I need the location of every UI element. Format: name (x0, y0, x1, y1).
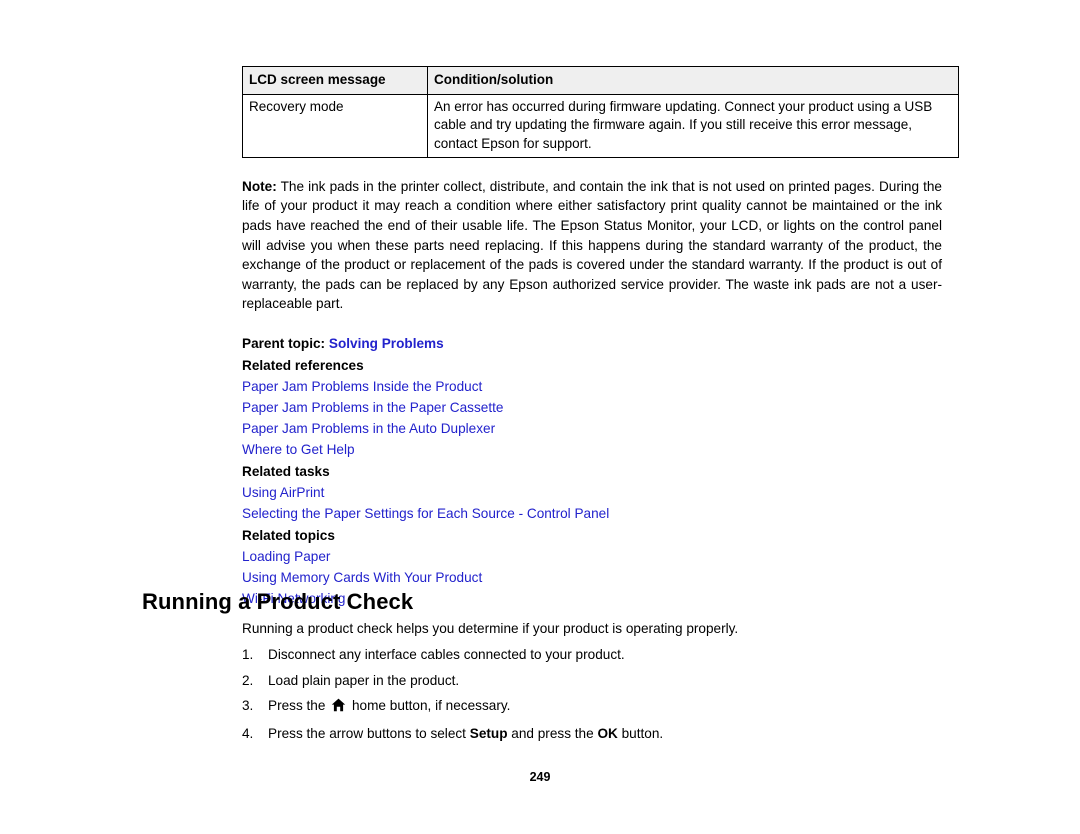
list-item: 3. Press the home button, if necessary. (242, 696, 663, 717)
steps-list: 1. Disconnect any interface cables connec… (242, 645, 663, 749)
link-line: Paper Jam Problems in the Auto Duplexer (242, 421, 942, 436)
step-text: Load plain paper in the product. (268, 672, 460, 688)
parent-topic-link[interactable]: Solving Problems (329, 336, 444, 351)
step-text: Disconnect any interface cables connecte… (268, 647, 625, 662)
step-text-pre: Press the arrow buttons to select (268, 725, 470, 741)
table-cell-solution: An error has occurred during firmware up… (427, 94, 959, 158)
link-line: Where to Get Help (242, 442, 942, 457)
related-reference-link-4[interactable]: Where to Get Help (242, 442, 355, 457)
step-bold-setup: Setup (469, 725, 508, 741)
related-tasks-heading: Related tasks (242, 463, 330, 479)
related-reference-link-1[interactable]: Paper Jam Problems Inside the Product (242, 379, 482, 394)
step-number: 3. (242, 698, 254, 714)
link-line: Paper Jam Problems Inside the Product (242, 379, 942, 394)
link-line: Loading Paper (242, 549, 942, 564)
related-references-links: Paper Jam Problems Inside the Product Pa… (242, 379, 942, 457)
link-line: Selecting the Paper Settings for Each So… (242, 506, 942, 521)
step-text-post: home button, if necessary. (348, 698, 511, 714)
related-topic-link-1[interactable]: Loading Paper (242, 549, 330, 564)
step-text-mid: and press the (507, 725, 598, 741)
list-item: 2. Load plain paper in the product. (242, 671, 663, 690)
section-intro: Running a product check helps you determ… (242, 621, 739, 636)
related-topics-heading: Related topics (242, 527, 335, 543)
table-header-lcd-screen-message: LCD screen message (242, 65, 428, 96)
related-topic-link-2[interactable]: Using Memory Cards With Your Product (242, 570, 482, 585)
table-cell-message: Recovery mode (242, 94, 428, 158)
link-line: Using AirPrint (242, 485, 942, 500)
step-number: 2. (242, 672, 254, 688)
step-text-post: button. (617, 725, 664, 741)
note-paragraph: Note: The ink pads in the printer collec… (242, 177, 942, 314)
table-header-row: LCD screen message Condition/solution (242, 65, 959, 96)
step-text-pre: Press the (268, 698, 330, 714)
step-bold-ok: OK (597, 725, 618, 741)
document-page: LCD screen message Condition/solution Re… (0, 0, 1080, 834)
related-reference-link-3[interactable]: Paper Jam Problems in the Auto Duplexer (242, 421, 495, 436)
related-references-heading: Related references (242, 357, 364, 373)
note-text: The ink pads in the printer collect, dis… (242, 178, 942, 312)
list-item: 4. Press the arrow buttons to select Setu… (242, 724, 663, 743)
link-line: Using Memory Cards With Your Product (242, 570, 942, 585)
page-content: LCD screen message Condition/solution Re… (242, 65, 959, 606)
link-line: Paper Jam Problems in the Paper Cassette (242, 400, 942, 415)
related-reference-link-2[interactable]: Paper Jam Problems in the Paper Cassette (242, 400, 503, 415)
related-task-link-1[interactable]: Using AirPrint (242, 485, 324, 500)
page-footer: 249 (529, 770, 551, 784)
table-row: Recovery mode An error has occurred duri… (242, 94, 959, 158)
home-icon (331, 698, 346, 717)
related-tasks-links: Using AirPrint Selecting the Paper Setti… (242, 485, 942, 521)
related-task-link-2[interactable]: Selecting the Paper Settings for Each So… (242, 506, 609, 521)
step-number: 4. (242, 725, 254, 741)
parent-topic-label: Parent topic: (242, 335, 326, 351)
note-label: Note: (242, 178, 277, 194)
parent-topic-line: Parent topic: Solving Problems (242, 336, 942, 351)
list-item: 1. Disconnect any interface cables connec… (242, 645, 663, 664)
table-header-condition-solution: Condition/solution (427, 65, 959, 96)
step-number: 1. (242, 647, 254, 662)
lcd-message-table: LCD screen message Condition/solution Re… (242, 65, 959, 158)
page-title: Running a Product Check (142, 589, 414, 614)
